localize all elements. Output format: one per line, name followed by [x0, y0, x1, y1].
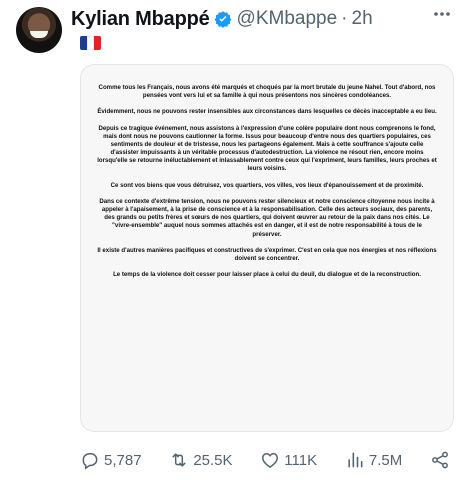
- like-icon: [262, 453, 279, 468]
- separator-dot: ·: [341, 8, 348, 29]
- retweet-icon: [172, 453, 186, 467]
- statement-paragraph: Le temps de la violence doit cesser pour…: [113, 271, 421, 279]
- tweet-timestamp[interactable]: 2h: [352, 8, 373, 30]
- reply-count: 5,787: [104, 451, 142, 469]
- tweet-actions: 5,787 25.5K 111K 7.5M: [80, 448, 450, 472]
- statement-text: Comme tous les Français, nous avons été …: [97, 84, 437, 288]
- reply-button[interactable]: 5,787: [80, 450, 142, 470]
- views-icon: [348, 452, 363, 468]
- statement-paragraph: Depuis ce tragique événement, nous assis…: [97, 124, 437, 173]
- statement-paragraph: Comme tous les Français, nous avons été …: [98, 84, 436, 100]
- share-button[interactable]: [430, 450, 450, 470]
- share-icon: [432, 451, 448, 469]
- view-count: 7.5M: [368, 451, 403, 469]
- views-button[interactable]: 7.5M: [345, 450, 402, 470]
- statement-image[interactable]: Comme tous les Français, nous avons été …: [80, 64, 454, 432]
- like-count: 111K: [284, 451, 318, 469]
- like-button[interactable]: 111K: [260, 450, 317, 470]
- tweet-header: Kylian Mbappé @KMbappe · 2h: [71, 8, 453, 30]
- reply-icon: [82, 453, 98, 470]
- avatar-smile: [30, 31, 48, 38]
- statement-paragraph: Dans ce contexte d'extrême tension, nous…: [99, 198, 435, 238]
- statement-paragraph: Ce sont vos biens que vous détruisez, vo…: [110, 181, 424, 189]
- profile-avatar[interactable]: [16, 7, 62, 53]
- statement-paragraph: Il existe d'autres manières pacifiques e…: [97, 246, 437, 262]
- retweet-button[interactable]: 25.5K: [169, 450, 233, 470]
- more-options-icon[interactable]: [431, 7, 453, 21]
- author-handle[interactable]: @KMbappe: [237, 8, 338, 30]
- retweet-count: 25.5K: [193, 451, 233, 469]
- author-name[interactable]: Kylian Mbappé: [71, 8, 210, 31]
- france-flag-icon: [80, 36, 101, 50]
- statement-paragraph: Évidemment, nous ne pouvons rester insen…: [97, 108, 437, 116]
- verified-badge-icon: [214, 10, 232, 28]
